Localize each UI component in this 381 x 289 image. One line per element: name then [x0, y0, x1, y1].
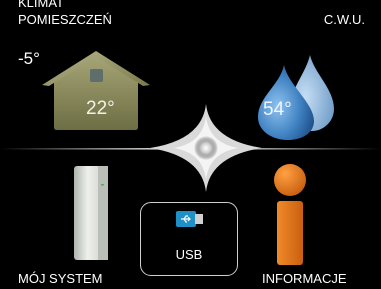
- usb-button[interactable]: USB: [140, 202, 238, 276]
- my-system-label[interactable]: MÓJ SYSTEM: [18, 271, 103, 286]
- info-icon[interactable]: [268, 163, 312, 267]
- information-label[interactable]: INFORMACJE: [262, 271, 347, 286]
- heat-pump-main-menu: KLIMAT POMIESZCZEŃ -5° 22° C.W.U. 54° MÓ…: [0, 0, 381, 289]
- climate-label-line1: KLIMAT: [18, 0, 64, 10]
- heat-pump-unit-icon[interactable]: [72, 164, 110, 262]
- usb-stick-icon: [176, 211, 203, 227]
- outdoor-temperature: -5°: [18, 49, 40, 68]
- menu-separator-star: [0, 104, 381, 192]
- climate-label: KLIMAT POMIESZCZEŃ: [18, 0, 112, 28]
- usb-label: USB: [175, 247, 203, 262]
- hot-water-label: C.W.U.: [323, 12, 365, 27]
- climate-label-line2: POMIESZCZEŃ: [18, 12, 112, 27]
